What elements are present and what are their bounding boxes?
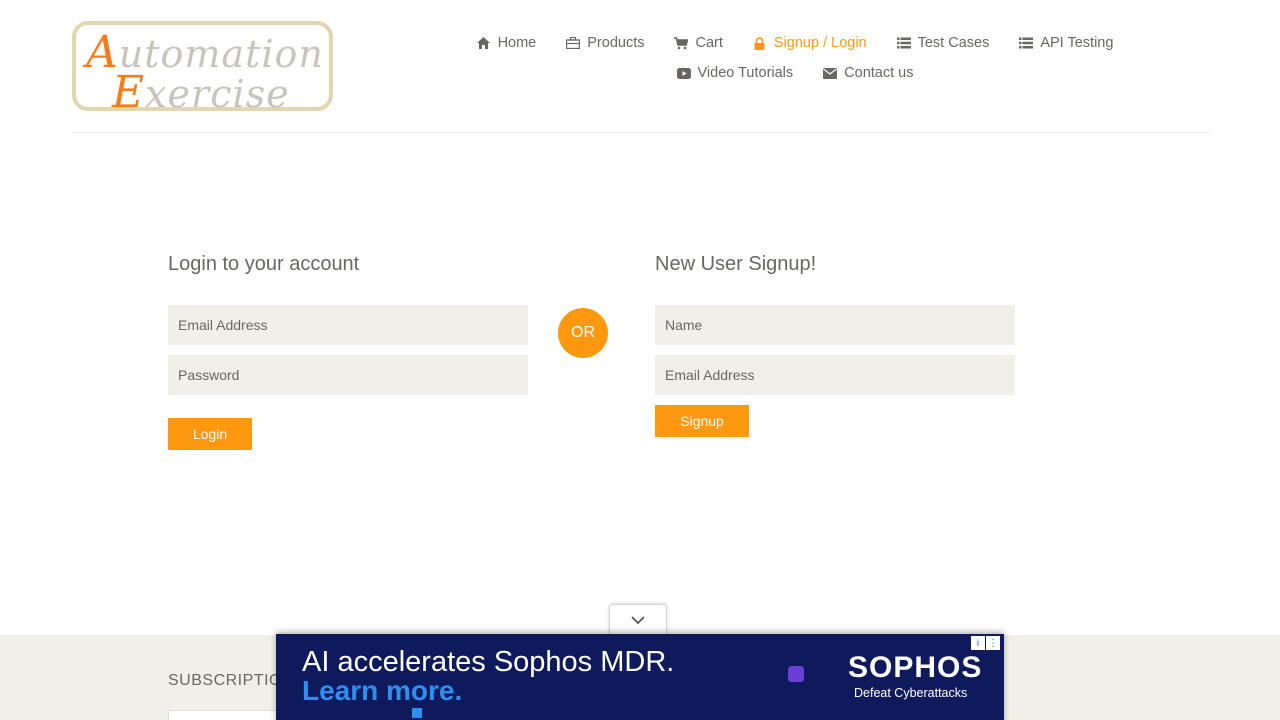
nav-test-cases-label: Test Cases xyxy=(917,35,990,51)
ad-banner[interactable]: AI accelerates Sophos MDR. Learn more. S… xyxy=(276,634,1004,720)
login-password-field[interactable] xyxy=(168,355,528,395)
nav-products[interactable]: Products xyxy=(551,35,659,51)
nav-api-testing-label: API Testing xyxy=(1040,35,1114,51)
nav-contact-us[interactable]: Contact us xyxy=(808,65,928,81)
home-icon xyxy=(477,36,491,50)
nav-cart[interactable]: Cart xyxy=(659,35,737,51)
nav-contact-us-label: Contact us xyxy=(844,65,914,81)
or-divider-badge: OR xyxy=(558,308,608,358)
nav-video-tutorials-label: Video Tutorials xyxy=(697,65,794,81)
ad-brand-logo: SOPHOS xyxy=(848,651,983,684)
nav-row-2: Video Tutorials Contact us xyxy=(470,58,1120,88)
ad-info-controls: i ⋮ xyxy=(971,636,1000,650)
briefcase-icon xyxy=(566,36,581,50)
nav-api-testing[interactable]: API Testing xyxy=(1004,35,1128,51)
nav-row-1: Home Products Cart Signup / Login Test C… xyxy=(470,28,1120,58)
ad-decoration-square xyxy=(412,708,422,718)
ad-options-icon[interactable]: ⋮ xyxy=(986,636,1000,650)
ad-learn-more-link[interactable]: Learn more. xyxy=(302,675,462,707)
subscription-title: SUBSCRIPTIO xyxy=(168,672,282,689)
nav-home[interactable]: Home xyxy=(462,35,552,51)
ad-info-icon[interactable]: i xyxy=(971,636,985,650)
site-logo[interactable]: Automation Exercise xyxy=(72,21,333,118)
login-button[interactable]: Login xyxy=(168,418,252,450)
list-icon xyxy=(896,36,911,50)
ad-tagline: Defeat Cyberattacks xyxy=(854,686,968,700)
login-email-field[interactable] xyxy=(168,305,528,345)
cart-icon xyxy=(674,36,689,50)
ad-lock-icon xyxy=(788,666,804,682)
header-divider xyxy=(72,132,1210,133)
logo-word2-rest: xercise xyxy=(145,72,290,116)
nav-test-cases[interactable]: Test Cases xyxy=(882,35,1005,51)
nav-home-label: Home xyxy=(497,35,537,51)
nav-signup-login[interactable]: Signup / Login xyxy=(738,35,882,51)
youtube-play-icon xyxy=(676,66,691,80)
envelope-icon xyxy=(823,66,838,80)
ad-collapse-toggle[interactable] xyxy=(609,604,667,634)
logo-text-line2: Exercise xyxy=(112,67,290,118)
signup-name-field[interactable] xyxy=(655,305,1015,345)
signup-button[interactable]: Signup xyxy=(655,405,749,437)
nav-video-tutorials[interactable]: Video Tutorials xyxy=(662,65,809,81)
lock-icon xyxy=(753,36,767,50)
login-title: Login to your account xyxy=(168,253,360,275)
chevron-down-icon xyxy=(631,611,645,629)
signup-title: New User Signup! xyxy=(655,253,817,275)
main-nav: Home Products Cart Signup / Login Test C… xyxy=(470,28,1120,88)
nav-products-label: Products xyxy=(587,35,645,51)
list-icon xyxy=(1019,36,1034,50)
nav-cart-label: Cart xyxy=(695,35,723,51)
nav-signup-login-label: Signup / Login xyxy=(773,35,867,51)
signup-email-field[interactable] xyxy=(655,355,1015,395)
